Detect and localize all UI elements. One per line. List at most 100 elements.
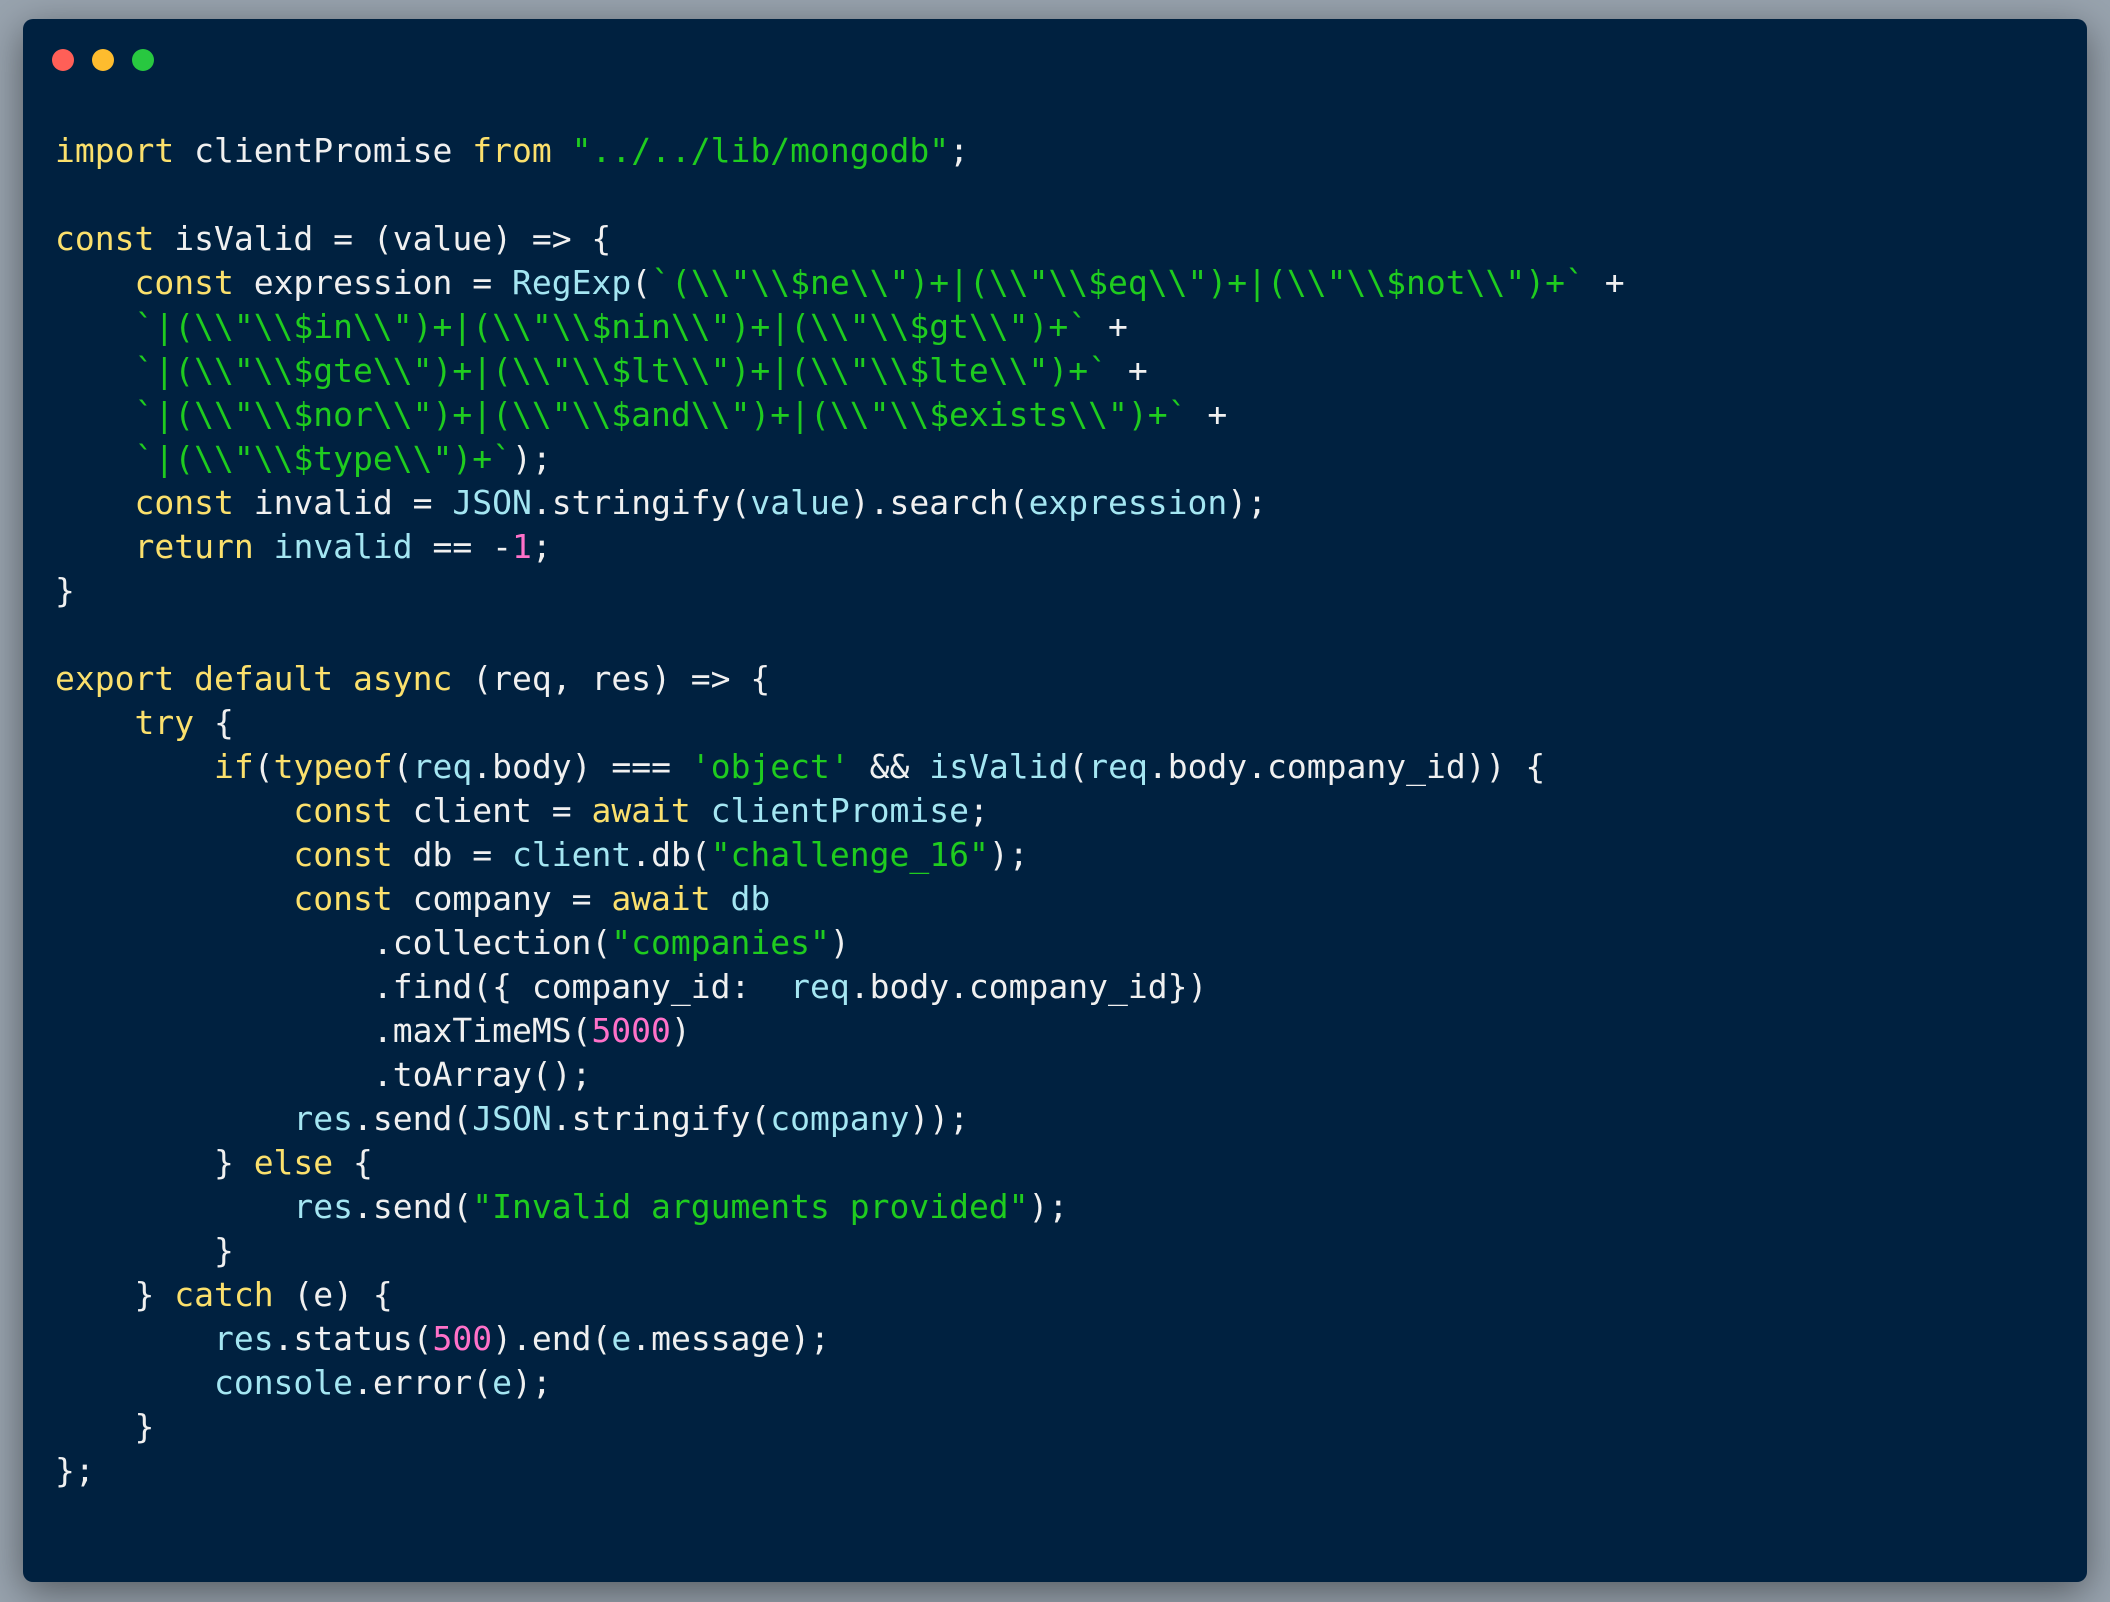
code-token: .body.company_id)) { — [1147, 747, 1546, 786]
code-token: clientPromise — [174, 131, 473, 170]
code-token: req — [1088, 747, 1148, 786]
code-token: async — [353, 659, 453, 698]
code-token: client = — [392, 791, 592, 830]
code-block: import clientPromise from "../../lib/mon… — [55, 129, 1625, 1493]
code-token: db — [730, 879, 771, 918]
code-token: invalid = — [233, 483, 453, 522]
code-token: ); — [1227, 483, 1267, 522]
code-token: `(\\"\\$ne\\")+|(\\"\\$eq\\")+|(\\"\\$no… — [651, 263, 1585, 302]
code-line: .toArray(); — [55, 1053, 1625, 1097]
code-line: } else { — [55, 1141, 1625, 1185]
code-token: .send( — [353, 1187, 473, 1226]
code-token: isValid — [929, 747, 1069, 786]
code-token: { — [333, 1143, 373, 1182]
code-token: ); — [511, 1363, 552, 1402]
code-token: ; — [531, 527, 552, 566]
code-token: ) — [829, 923, 850, 962]
code-line: console.error(e); — [55, 1361, 1625, 1405]
close-window-button[interactable] — [52, 49, 74, 71]
code-token: try — [134, 703, 195, 742]
code-token: ).end( — [492, 1319, 612, 1358]
code-token: `|(\\"\\$gte\\")+|(\\"\\$lt\\")+|(\\"\\$… — [134, 351, 1109, 390]
code-token: ( — [253, 747, 274, 786]
maximize-window-button[interactable] — [132, 49, 154, 71]
code-line: const db = client.db("challenge_16"); — [55, 833, 1625, 877]
code-token: + — [1088, 307, 1128, 346]
code-token: RegExp — [511, 263, 632, 302]
code-line: } — [55, 1405, 1625, 1449]
code-token: }; — [55, 1451, 95, 1490]
code-token: ); — [1028, 1187, 1069, 1226]
code-token: isValid = (value) => { — [154, 219, 612, 258]
code-token: JSON — [452, 483, 532, 522]
code-token: "Invalid arguments provided" — [472, 1187, 1029, 1226]
code-line: res.status(500).end(e.message); — [55, 1317, 1625, 1361]
code-token: .body) === — [472, 747, 691, 786]
code-line: if(typeof(req.body) === 'object' && isVa… — [55, 745, 1625, 789]
code-token: (req, res) => { — [452, 659, 771, 698]
code-token: const — [293, 791, 393, 830]
code-line: } — [55, 569, 1625, 613]
code-token: 5000 — [591, 1011, 671, 1050]
code-line: .collection("companies") — [55, 921, 1625, 965]
code-token: return — [134, 527, 254, 566]
code-token: const — [293, 835, 393, 874]
code-token: `|(\\"\\$type\\")+` — [134, 439, 512, 478]
code-token: JSON — [472, 1099, 552, 1138]
code-token: expression = — [233, 263, 512, 302]
code-line: } catch (e) { — [55, 1273, 1625, 1317]
code-token: "../../lib/mongodb" — [571, 131, 950, 170]
code-token: .collection( — [55, 923, 612, 962]
code-token: == - — [412, 527, 512, 566]
code-token: } — [55, 1407, 155, 1446]
code-token: "companies" — [611, 923, 830, 962]
code-token: } — [55, 571, 75, 610]
code-token: .send( — [353, 1099, 473, 1138]
code-token: default — [194, 659, 334, 698]
code-token: clientPromise — [710, 791, 969, 830]
code-line: return invalid == -1; — [55, 525, 1625, 569]
code-line: const client = await clientPromise; — [55, 789, 1625, 833]
code-token: { — [194, 703, 234, 742]
code-line: const company = await db — [55, 877, 1625, 921]
code-token: req — [790, 967, 850, 1006]
code-token: from — [472, 131, 552, 170]
code-line: import clientPromise from "../../lib/mon… — [55, 129, 1625, 173]
code-token: ( — [392, 747, 413, 786]
minimize-window-button[interactable] — [92, 49, 114, 71]
code-token: ); — [988, 835, 1029, 874]
code-token: && — [849, 747, 930, 786]
code-token: import — [55, 131, 175, 170]
code-token: typeof — [273, 747, 393, 786]
code-token: ; — [968, 791, 989, 830]
code-token: req — [412, 747, 473, 786]
code-token: `|(\\"\\$nor\\")+|(\\"\\$and\\")+|(\\"\\… — [134, 395, 1188, 434]
code-token: res — [293, 1187, 354, 1226]
code-token: (e) { — [273, 1275, 393, 1314]
code-token: export — [55, 659, 175, 698]
code-line: ​ — [55, 173, 1625, 217]
code-token: e — [492, 1363, 512, 1402]
code-line: const expression = RegExp(`(\\"\\$ne\\")… — [55, 261, 1624, 305]
code-token: else — [253, 1143, 334, 1182]
code-line: } — [55, 1229, 1625, 1273]
code-line: const invalid = JSON.stringify(value).se… — [55, 481, 1625, 525]
code-token: 'object' — [690, 747, 850, 786]
code-line: }; — [55, 1449, 1625, 1493]
code-line: `|(\\"\\$in\\")+|(\\"\\$nin\\")+|(\\"\\$… — [55, 305, 1625, 349]
code-line: .maxTimeMS(5000) — [55, 1009, 1625, 1053]
code-line: ​ — [55, 613, 1625, 657]
